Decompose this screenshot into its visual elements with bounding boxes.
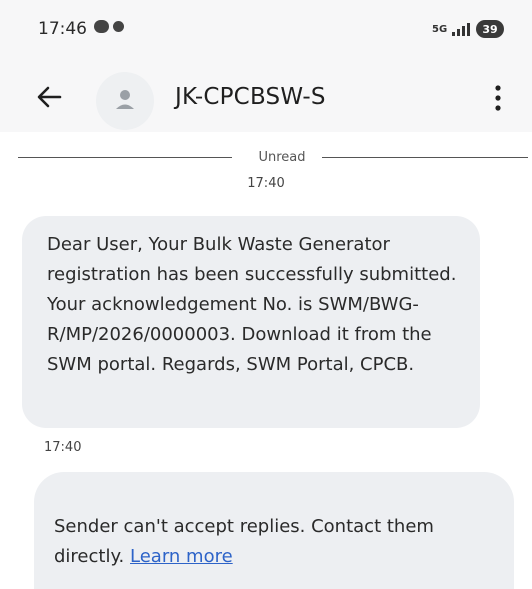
network-type-icon: 5G	[432, 23, 448, 35]
messages-screen: 17:46 5G 39 JK-CPCBSW-S Unread 17:40 Dea…	[0, 0, 532, 589]
no-reply-banner: Sender can't accept replies. Contact the…	[34, 472, 514, 589]
back-arrow-icon[interactable]	[34, 82, 64, 112]
status-time: 17:46	[38, 19, 87, 39]
message-text: Dear User, Your Bulk Waste Generator reg…	[47, 234, 457, 375]
learn-more-link[interactable]: Learn more	[130, 546, 233, 567]
more-vert-icon[interactable]	[492, 80, 504, 116]
status-right-icons: 5G 39	[432, 20, 504, 38]
notification-icons	[94, 20, 124, 33]
person-icon	[116, 90, 134, 109]
message-timestamp: 17:40	[44, 440, 82, 455]
battery-icon: 39	[476, 20, 504, 38]
no-reply-text: Sender can't accept replies. Contact the…	[54, 516, 434, 567]
unread-label: Unread	[242, 150, 322, 165]
chat-notification-icon	[94, 20, 109, 33]
signal-icon	[452, 22, 470, 36]
message-notification-icon	[113, 21, 124, 32]
unread-line-right	[312, 157, 528, 158]
contact-avatar[interactable]	[96, 72, 154, 130]
contact-name[interactable]: JK-CPCBSW-S	[175, 84, 326, 110]
unread-line-left	[18, 157, 232, 158]
conversation-thread[interactable]: Unread 17:40 Dear User, Your Bulk Waste …	[0, 132, 532, 589]
message-bubble[interactable]: Dear User, Your Bulk Waste Generator reg…	[22, 216, 480, 428]
divider-timestamp: 17:40	[247, 176, 285, 191]
unread-divider: Unread	[18, 150, 528, 165]
conversation-header: JK-CPCBSW-S	[0, 62, 532, 132]
status-bar: 17:46 5G 39	[0, 0, 532, 62]
